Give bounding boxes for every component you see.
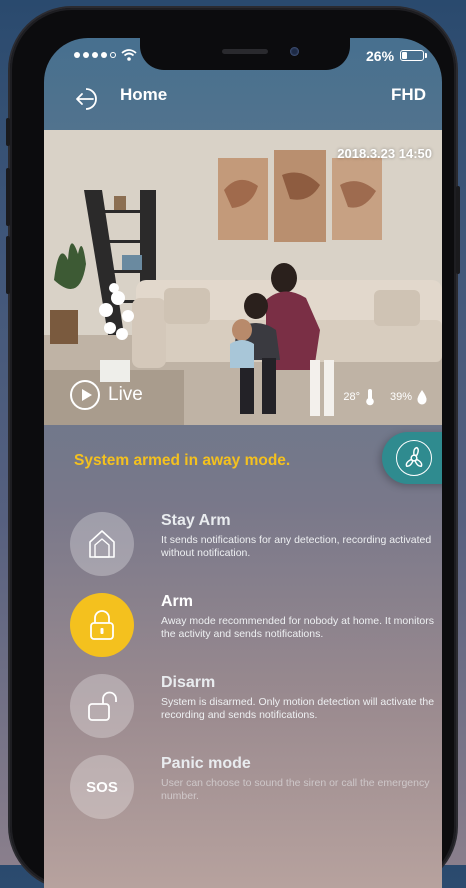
quick-action-tab[interactable] [382,432,442,484]
mode-description: User can choose to sound the siren or ca… [161,777,430,802]
lock-open-icon [88,691,117,721]
mode-title: Arm [161,593,194,610]
thermometer-icon [366,389,374,406]
notch [140,38,350,70]
humidity-value: 39% [389,391,412,403]
live-camera-feed[interactable]: 2018.3.23 14:50 Live 28° 39% [44,130,442,425]
wifi-icon [121,49,137,61]
app-screen: 26% Home FHD 2018.3.23 14:50 Live 28° 39… [44,38,442,888]
house-icon [89,530,115,558]
environment-readout: 28° 39% [343,388,428,406]
disarm-button[interactable] [70,674,134,738]
back-arrow-icon[interactable] [74,84,104,114]
arm-button[interactable] [70,593,134,657]
stay-arm-button[interactable] [70,512,134,576]
mode-description: It sends notifications for any detection… [161,534,432,559]
lock-closed-icon [90,610,114,640]
volume-down-button [6,236,10,294]
page-title: Home [120,85,168,104]
front-camera [290,47,299,56]
mode-title: Disarm [161,674,216,691]
armed-status-message: System armed in away mode. [74,452,291,469]
mode-description: System is disarmed. Only motion detectio… [161,696,435,721]
sos-button[interactable]: SOS [70,755,134,819]
mode-description: Away mode recommended for nobody at home… [161,615,434,640]
live-label: Live [108,384,143,405]
speaker-grille [222,49,268,54]
temperature-value: 28° [343,391,360,403]
app-header: Home FHD [44,74,442,130]
signal-strength-icon [74,52,116,58]
mode-title: Panic mode [161,755,251,772]
water-drop-icon [417,390,427,405]
phone-frame: 26% Home FHD 2018.3.23 14:50 Live 28° 39… [6,8,460,888]
video-quality-toggle[interactable]: FHD [391,85,426,105]
battery-percent: 26% [366,48,395,64]
fan-icon [396,440,432,476]
sos-label: SOS [86,778,118,796]
battery-tip [425,53,427,58]
mode-title: Stay Arm [161,512,231,529]
video-timestamp: 2018.3.23 14:50 [337,146,432,161]
live-control[interactable]: Live [70,380,143,410]
battery-icon [400,50,424,61]
play-icon[interactable] [70,380,100,410]
power-button [456,186,460,274]
volume-up-button [6,168,10,226]
mute-switch [6,118,10,146]
